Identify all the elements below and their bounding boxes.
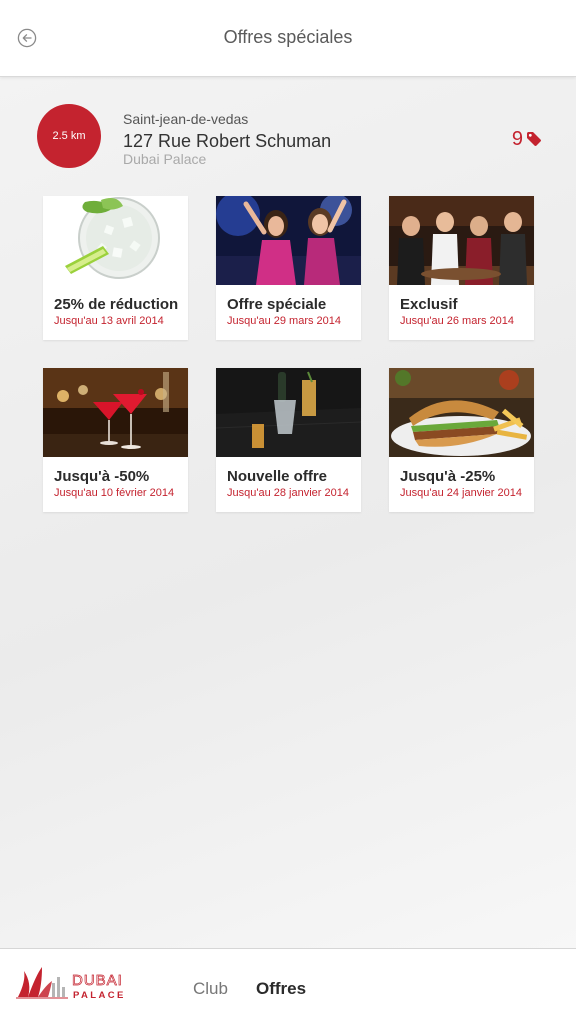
main-content: 2.5 km Saint-jean-de-vedas 127 Rue Rober… bbox=[0, 77, 576, 948]
offer-image-friends bbox=[389, 196, 534, 285]
offer-image-cocktails bbox=[43, 368, 188, 457]
venue-header[interactable]: 2.5 km Saint-jean-de-vedas 127 Rue Rober… bbox=[0, 77, 576, 177]
venue-address: 127 Rue Robert Schuman bbox=[123, 131, 332, 151]
venue-name: Dubai Palace bbox=[123, 151, 207, 167]
dubai-palace-logo[interactable]: DUBAI PALACE bbox=[16, 963, 138, 1003]
bottom-navigation: DUBAI PALACE Club Offres bbox=[0, 948, 576, 1024]
offer-card[interactable]: Offre spéciale Jusqu'au 29 mars 2014 bbox=[216, 196, 361, 340]
offer-card[interactable]: Nouvelle offre Jusqu'au 28 janvier 2014 bbox=[216, 368, 361, 512]
offer-date: Jusqu'au 13 avril 2014 bbox=[54, 315, 164, 327]
offer-image-cocktail bbox=[43, 196, 188, 285]
nav-item-offres[interactable]: Offres bbox=[256, 979, 306, 999]
offer-date: Jusqu'au 26 mars 2014 bbox=[400, 315, 515, 327]
offer-date: Jusqu'au 29 mars 2014 bbox=[227, 315, 342, 327]
offer-date: Jusqu'au 10 février 2014 bbox=[54, 487, 175, 499]
app-screen: Offres spéciales 2.5 km Saint-jean-de-ve… bbox=[0, 0, 576, 1024]
offer-title: Jusqu'à -50% bbox=[54, 468, 150, 485]
offer-title: Nouvelle offre bbox=[227, 468, 328, 485]
offer-image-burger bbox=[389, 368, 534, 457]
page-title: Offres spéciales bbox=[223, 27, 353, 47]
tag-icon bbox=[527, 132, 541, 146]
offer-card[interactable]: Jusqu'à -50% Jusqu'au 10 février 2014 bbox=[43, 368, 188, 512]
offer-image-champagne bbox=[216, 368, 361, 457]
offer-count: 9 bbox=[511, 128, 523, 150]
offer-card[interactable]: 25% de réduction Jusqu'au 13 avril 2014 bbox=[43, 196, 188, 340]
distance-badge: 2.5 km bbox=[37, 104, 101, 168]
nav-item-club[interactable]: Club bbox=[193, 979, 228, 999]
offer-title: Exclusif bbox=[400, 296, 458, 313]
offer-card[interactable]: Jusqu'à -25% Jusqu'au 24 janvier 2014 bbox=[389, 368, 534, 512]
offer-title: Offre spéciale bbox=[227, 296, 327, 313]
logo-text-bottom: PALACE bbox=[73, 990, 126, 1001]
dubai-palace-logo-icon: DUBAI PALACE bbox=[16, 967, 126, 1001]
offer-image-party bbox=[216, 196, 361, 285]
offer-date: Jusqu'au 28 janvier 2014 bbox=[227, 487, 349, 499]
logo-text-top: DUBAI bbox=[72, 972, 123, 989]
offer-date: Jusqu'au 24 janvier 2014 bbox=[400, 487, 522, 499]
venue-city: Saint-jean-de-vedas bbox=[123, 111, 249, 127]
offer-title: Jusqu'à -25% bbox=[400, 468, 496, 485]
offer-count-button[interactable]: 9 bbox=[512, 127, 542, 151]
top-bar: Offres spéciales bbox=[0, 0, 576, 77]
offer-title: 25% de réduction bbox=[54, 296, 179, 313]
offer-card[interactable]: Exclusif Jusqu'au 26 mars 2014 bbox=[389, 196, 534, 340]
